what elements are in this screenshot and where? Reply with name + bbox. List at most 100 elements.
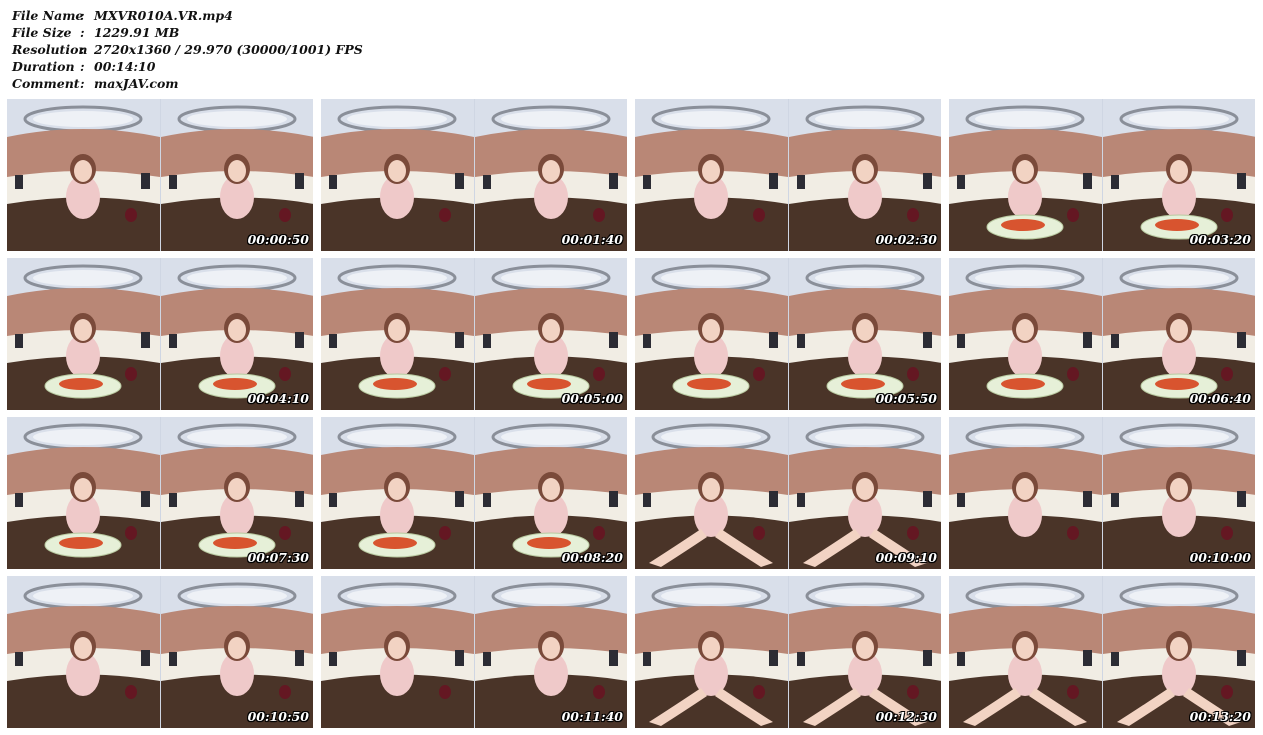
eye-view [1103, 417, 1255, 569]
woman-figure [1008, 631, 1042, 696]
eye-view [475, 576, 627, 728]
woman-figure [1162, 472, 1196, 537]
duration-row: Duration : 00:14:10 [12, 58, 363, 75]
woman-figure [694, 472, 728, 537]
eye-view [635, 258, 788, 410]
video-thumbnail: 00:05:50 [635, 258, 941, 410]
eye-view [949, 99, 1102, 251]
video-thumbnail: 00:02:30 [635, 99, 941, 251]
woman-figure [380, 631, 414, 696]
resolution-value: 2720x1360 / 29.970 (30000/1001) FPS [94, 42, 363, 57]
eye-view [161, 258, 313, 410]
video-thumbnail: 00:10:50 [7, 576, 313, 728]
file-size-row: File Size : 1229.91 MB [12, 24, 363, 41]
thumbnail-timestamp: 00:06:40 [1189, 391, 1251, 406]
thumbnail-timestamp: 00:09:10 [875, 550, 937, 565]
file-name-value: MXVR010A.VR.mp4 [94, 8, 233, 23]
woman-figure [220, 313, 254, 378]
eye-view [1103, 258, 1255, 410]
eye-view [789, 417, 941, 569]
file-size-label: File Size [12, 25, 72, 40]
woman-figure [380, 472, 414, 537]
woman-figure [66, 154, 100, 219]
video-thumbnail: 00:08:20 [321, 417, 627, 569]
video-thumbnail: 00:13:20 [949, 576, 1255, 728]
thumbnail-image [321, 258, 627, 410]
woman-figure [220, 631, 254, 696]
video-thumbnail: 00:07:30 [7, 417, 313, 569]
thumbnail-timestamp: 00:11:40 [561, 709, 623, 724]
eye-view [475, 417, 627, 569]
eye-view [321, 576, 474, 728]
woman-figure [1162, 154, 1196, 219]
woman-figure [1008, 313, 1042, 378]
comment-row: Comment : maxJAV.com [12, 75, 363, 92]
thumbnail-image [7, 417, 313, 569]
woman-figure [694, 313, 728, 378]
thumbnail-timestamp: 00:05:00 [561, 391, 623, 406]
thumbnail-timestamp: 00:07:30 [247, 550, 309, 565]
thumbnail-timestamp: 00:13:20 [1189, 709, 1251, 724]
woman-figure [380, 154, 414, 219]
woman-figure [1008, 472, 1042, 537]
woman-figure [1008, 154, 1042, 219]
thumbnail-timestamp: 00:10:50 [247, 709, 309, 724]
thumbnail-image [7, 258, 313, 410]
comment-value: maxJAV.com [94, 76, 179, 91]
woman-figure [848, 472, 882, 537]
thumbnail-timestamp: 00:04:10 [247, 391, 309, 406]
eye-view [789, 576, 941, 728]
separator: : [80, 8, 85, 23]
thumbnail-timestamp: 00:08:20 [561, 550, 623, 565]
woman-figure [380, 313, 414, 378]
thumbnail-image [635, 99, 941, 251]
resolution-label: Resolution [12, 42, 88, 57]
woman-figure [220, 154, 254, 219]
woman-figure [694, 154, 728, 219]
plate [986, 214, 1064, 240]
eye-view [949, 417, 1102, 569]
eye-view [161, 417, 313, 569]
woman-figure [534, 631, 568, 696]
separator: : [80, 25, 85, 40]
woman-figure [534, 154, 568, 219]
woman-figure [66, 472, 100, 537]
thumbnail-timestamp: 00:01:40 [561, 232, 623, 247]
thumbnail-image [321, 99, 627, 251]
video-thumbnail: 00:00:50 [7, 99, 313, 251]
video-thumbnail: 00:04:10 [7, 258, 313, 410]
eye-view [635, 417, 788, 569]
separator: : [80, 59, 85, 74]
thumbnail-grid: 00:00:50 00:01:40 00:02:30 00:03:20 00:04:10… [7, 99, 1257, 731]
thumbnail-image [635, 576, 941, 728]
eye-view [7, 99, 160, 251]
woman-figure [534, 472, 568, 537]
video-thumbnail: 00:05:00 [321, 258, 627, 410]
file-size-value: 1229.91 MB [94, 25, 180, 40]
eye-view [949, 576, 1102, 728]
eye-view [635, 576, 788, 728]
woman-figure [66, 313, 100, 378]
file-info-block: File Name : MXVR010A.VR.mp4 File Size : … [12, 7, 363, 92]
thumbnail-image [949, 99, 1255, 251]
plate [358, 532, 436, 558]
video-thumbnail: 00:01:40 [321, 99, 627, 251]
thumbnail-image [321, 576, 627, 728]
plate [672, 373, 750, 399]
video-thumbnail: 00:06:40 [949, 258, 1255, 410]
thumbnail-image [949, 258, 1255, 410]
woman-figure [848, 631, 882, 696]
eye-view [321, 99, 474, 251]
eye-view [789, 99, 941, 251]
woman-figure [694, 631, 728, 696]
plate [986, 373, 1064, 399]
woman-figure [1162, 631, 1196, 696]
eye-view [7, 258, 160, 410]
eye-view [1103, 576, 1255, 728]
video-thumbnail: 00:12:30 [635, 576, 941, 728]
eye-view [161, 576, 313, 728]
plate [358, 373, 436, 399]
woman-figure [848, 154, 882, 219]
resolution-row: Resolution : 2720x1360 / 29.970 (30000/1… [12, 41, 363, 58]
eye-view [321, 417, 474, 569]
